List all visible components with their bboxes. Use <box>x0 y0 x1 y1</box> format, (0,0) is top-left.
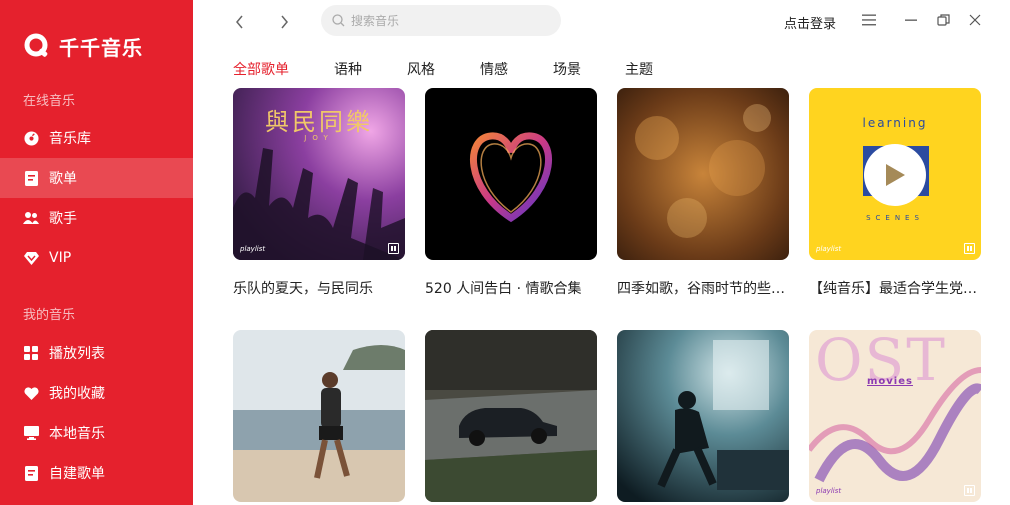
cover-title: 與民同樂 <box>265 108 373 136</box>
sidebar-item-label: 本地音乐 <box>49 426 105 442</box>
forward-button[interactable] <box>274 12 294 32</box>
sidebar-item-label: 播放列表 <box>49 346 105 362</box>
playlist-cover: 與民同樂 JOY playlist <box>233 88 405 260</box>
brand-mark-icon <box>388 243 399 254</box>
sidebar-item-playlists[interactable]: 歌单 <box>0 158 193 198</box>
playlist-title[interactable]: 【纯音乐】最适合学生党的背景音乐 <box>809 278 981 298</box>
cover-subtitle: SCENES <box>866 214 924 222</box>
back-button[interactable] <box>230 12 250 32</box>
close-button[interactable] <box>966 11 984 29</box>
play-icon <box>886 164 905 186</box>
section-title-online: 在线音乐 <box>23 94 76 109</box>
cover-title: learning <box>862 116 928 130</box>
sidebar-item-vip[interactable]: VIP <box>0 238 193 278</box>
playlist-title[interactable]: 乐队的夏天，与民同乐 <box>233 278 405 298</box>
brand-mark-icon <box>964 243 975 254</box>
tab-scene[interactable]: 场景 <box>553 59 581 79</box>
playlist-card[interactable]: 520 人间告白 · 情歌合集 <box>425 88 597 298</box>
playlist-title[interactable]: 520 人间告白 · 情歌合集 <box>425 278 597 298</box>
playlist-card[interactable]: 四季如歌，谷雨时节的些许惆怅 <box>617 88 789 298</box>
sidebar-item-label: 我的收藏 <box>49 386 105 402</box>
sidebar-item-label: 歌单 <box>49 171 77 187</box>
playlist-card[interactable] <box>617 330 789 505</box>
search-box[interactable] <box>321 5 561 36</box>
cover-subtitle: movies <box>867 376 913 387</box>
playlist-tag: playlist <box>816 487 842 495</box>
sidebar-item-singers[interactable]: 歌手 <box>0 198 193 238</box>
monitor-icon <box>23 425 39 441</box>
sidebar: 千千音乐 在线音乐 音乐库 歌单 歌手 VIP 我的音乐 播放列表 我的收藏 本… <box>0 0 193 505</box>
sidebar-item-custom-playlists[interactable]: 自建歌单 <box>0 453 193 493</box>
playlist-card[interactable]: learning SCENES playlist 【纯音乐】最适合学生党的背景音… <box>809 88 981 298</box>
section-title-my-music: 我的音乐 <box>23 308 76 323</box>
brand-mark-icon <box>964 485 975 496</box>
sidebar-item-label: 自建歌单 <box>49 466 105 482</box>
sidebar-item-label: 音乐库 <box>49 131 91 147</box>
play-button[interactable] <box>864 144 926 206</box>
playlist-tag: playlist <box>816 245 842 253</box>
tab-theme[interactable]: 主题 <box>625 59 653 79</box>
minimize-button[interactable] <box>902 11 920 29</box>
playlist-cover <box>233 330 405 502</box>
playlist-icon <box>23 170 39 186</box>
sidebar-item-local-music[interactable]: 本地音乐 <box>0 413 193 453</box>
playlist-cover: learning SCENES playlist <box>809 88 981 260</box>
tab-all-playlists[interactable]: 全部歌单 <box>233 59 289 79</box>
heart-icon <box>23 385 39 401</box>
vip-diamond-icon <box>23 250 39 266</box>
playlist-cover: OST movies playlist <box>809 330 981 502</box>
playlist-title[interactable]: 四季如歌，谷雨时节的些许惆怅 <box>617 278 789 298</box>
restore-button[interactable] <box>934 11 952 29</box>
minimize-icon <box>905 19 917 21</box>
restore-window-icon <box>936 13 950 26</box>
sidebar-item-play-queue[interactable]: 播放列表 <box>0 333 193 373</box>
sidebar-item-label: VIP <box>49 250 72 266</box>
singer-icon <box>23 210 39 226</box>
app-logo[interactable]: 千千音乐 <box>24 32 143 60</box>
sidebar-item-favorites[interactable]: 我的收藏 <box>0 373 193 413</box>
playlist-card[interactable] <box>425 330 597 505</box>
chevron-left-icon <box>236 15 243 29</box>
search-input[interactable] <box>351 13 541 28</box>
qianqian-logo-icon <box>24 33 50 59</box>
playlist-card[interactable]: 與民同樂 JOY playlist 乐队的夏天，与民同乐 <box>233 88 405 298</box>
tab-language[interactable]: 语种 <box>334 59 362 79</box>
sidebar-item-label: 歌手 <box>49 211 77 227</box>
sidebar-item-music-library[interactable]: 音乐库 <box>0 118 193 158</box>
playlist-cover <box>425 88 597 260</box>
tab-mood[interactable]: 情感 <box>480 59 508 79</box>
chevron-right-icon <box>281 15 288 29</box>
cover-subtitle: JOY <box>304 134 334 142</box>
playlist-card[interactable] <box>233 330 405 505</box>
tab-genre[interactable]: 风格 <box>407 59 435 79</box>
hamburger-menu-icon <box>862 14 876 26</box>
app-name: 千千音乐 <box>59 35 143 60</box>
playlist-cover <box>617 88 789 260</box>
playlist-cover <box>617 330 789 502</box>
close-icon <box>969 14 981 26</box>
playlist-card[interactable]: OST movies playlist <box>809 330 981 505</box>
login-link[interactable]: 点击登录 <box>784 13 836 32</box>
document-icon <box>23 465 39 481</box>
menu-button[interactable] <box>860 11 878 29</box>
playlist-cover <box>425 330 597 502</box>
playlist-tag: playlist <box>240 245 266 253</box>
grid-icon <box>23 345 39 361</box>
disc-icon <box>23 130 39 146</box>
search-icon <box>332 14 345 27</box>
